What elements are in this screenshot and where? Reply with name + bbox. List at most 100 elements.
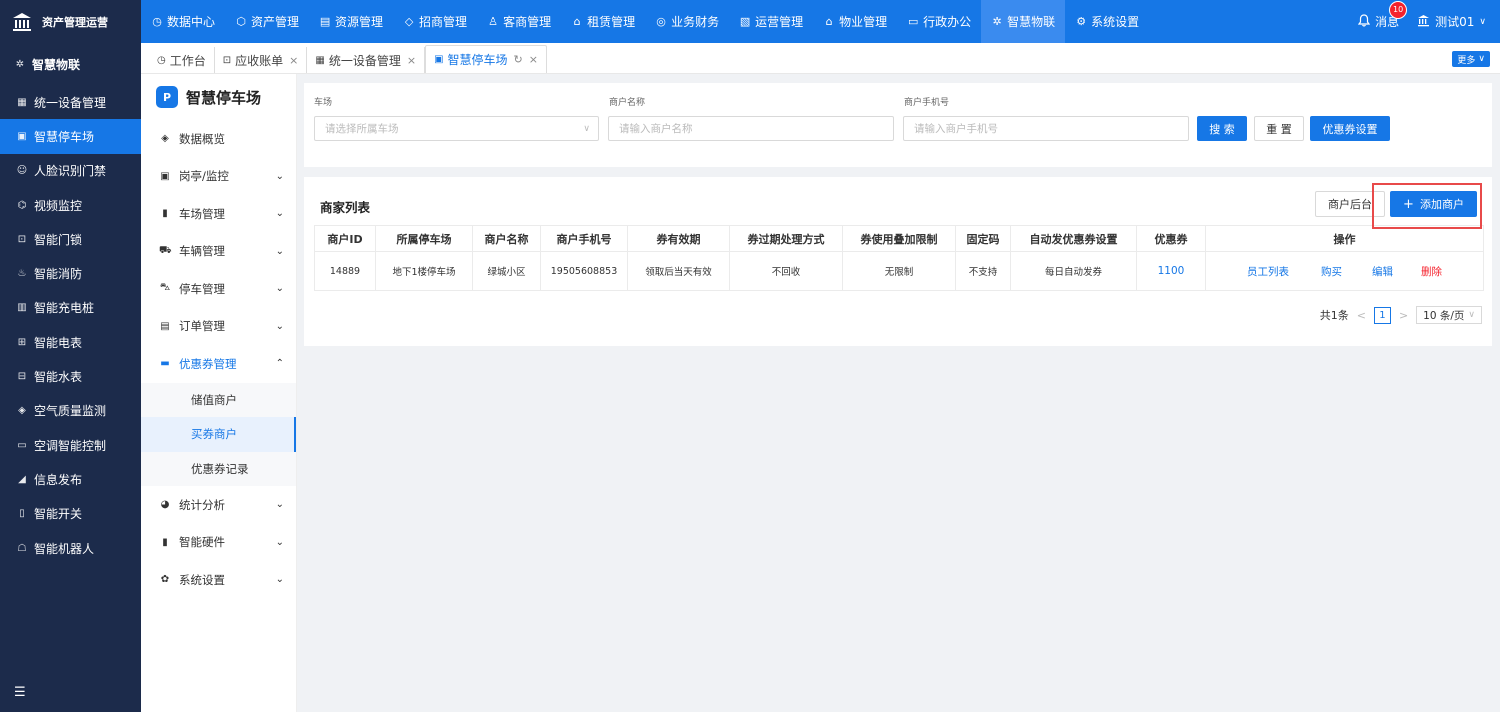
tab-device-management[interactable]: ▦ 统一设备管理 × [307,47,426,73]
topnav-iot[interactable]: ✲ 智慧物联 [981,0,1066,43]
sidebar-item-label: 智能消防 [34,267,83,282]
close-icon[interactable]: × [289,54,298,67]
tab-receivables[interactable]: ⊡ 应收账单 × [215,47,308,73]
subnav-item-overview[interactable]: ◈ 数据概览 [141,120,296,158]
col-header: 自动发优惠券设置 [1010,225,1137,252]
reset-button[interactable]: 重 置 [1254,116,1304,141]
chevron-up-icon: ⌃ [275,358,284,370]
topnav-property[interactable]: ⌂ 物业管理 [813,0,897,43]
cell-validity: 领取后当天有效 [627,251,730,291]
topnav-investment[interactable]: ◇ 招商管理 [393,0,477,43]
topnav-operations[interactable]: ▧ 运营管理 [729,0,813,43]
subnav-item-orders[interactable]: ▤ 订单管理 ⌄ [141,308,296,346]
subnav-item-settings[interactable]: ✿ 系统设置 ⌄ [141,561,296,599]
subnav-item-booth[interactable]: ▣ 岗亭/监控 ⌄ [141,158,296,196]
col-header: 优惠券 [1136,225,1206,252]
tab-workbench[interactable]: ◷ 工作台 [149,47,215,73]
subnav-child-coupon-records[interactable]: 优惠券记录 [141,451,296,486]
merchant-phone-input[interactable]: 请输入商户手机号 [903,116,1189,141]
subnav-item-label: 停车管理 [179,281,225,296]
refresh-icon[interactable]: ↻ [514,53,523,66]
brand-title: 资产管理运营 [42,15,108,29]
subnav-child-stored-value[interactable]: 储值商户 [141,382,296,417]
subnav-item-label: 智能硬件 [179,535,225,550]
sidebar-item-device[interactable]: ▦ 统一设备管理 [0,85,141,119]
staff-list-link[interactable]: 员工列表 [1247,264,1289,279]
more-tabs-button[interactable]: 更多 ∨ [1452,51,1490,67]
tab-smart-parking[interactable]: ▣ 智慧停车场 ↻ × [425,45,547,73]
collapse-menu-icon[interactable]: ☰ [14,685,26,700]
sidebar-item-parking[interactable]: ▣ 智慧停车场 [0,119,141,154]
merchant-name-input[interactable]: 请输入商户名称 [608,116,894,141]
lock-icon: ⊡ [17,233,27,245]
col-header: 固定码 [955,225,1011,252]
sidebar-item-fire[interactable]: ♨ 智能消防 [0,256,141,290]
topnav-customer[interactable]: ♙ 客商管理 [477,0,561,43]
sidebar-item-air[interactable]: ◈ 空气质量监测 [0,394,141,428]
topnav-label: 数据中心 [167,15,216,29]
subnav-child-buy-coupon[interactable]: 买券商户 [141,417,296,452]
sidebar-item-water-meter[interactable]: ⊟ 智能水表 [0,359,141,393]
lot-select[interactable]: 请选择所属车场 ∨ [314,116,599,141]
close-icon[interactable]: × [529,53,538,66]
topnav-resource[interactable]: ▤ 资源管理 [309,0,393,43]
search-filter-panel: 车场 请选择所属车场 ∨ 商户名称 请输入商户名称 商户手机号 请输入商户手机号 … [304,83,1492,167]
subnav-item-hardware[interactable]: ▮ 智能硬件 ⌄ [141,524,296,562]
sidebar-item-charger[interactable]: ▥ 智能充电桩 [0,291,141,325]
ac-icon: ▭ [17,439,27,451]
topnav-settings[interactable]: ⚙ 系统设置 [1065,0,1149,43]
messages-button[interactable]: 消息 10 [1357,1,1408,30]
user-menu[interactable]: 测试01 ∨ [1417,13,1486,30]
sidebar-item-switch[interactable]: ▯ 智能开关 [0,497,141,531]
topnav-label: 智慧物联 [1007,15,1056,29]
sidebar-item-label: 智慧停车场 [34,129,95,144]
subnav-item-label: 订单管理 [179,319,225,334]
cell-merchant-id: 14889 [314,251,376,291]
sidebar-item-lock[interactable]: ⊡ 智能门锁 [0,222,141,256]
close-icon[interactable]: × [407,54,416,67]
sidebar-item-info[interactable]: ◢ 信息发布 [0,462,141,496]
top-right-tools: 消息 10 测试01 ∨ [1357,0,1486,43]
next-page-icon[interactable]: > [1399,309,1408,322]
topnav-admin[interactable]: ▭ 行政办公 [897,0,981,43]
cell-expire-handling: 不回收 [729,251,843,291]
subnav-item-vehicle[interactable]: ⛟ 车辆管理 ⌄ [141,233,296,271]
sidebar-item-ac[interactable]: ▭ 空调智能控制 [0,428,141,462]
search-button[interactable]: 搜 索 [1197,116,1247,141]
monitor-icon: ▭ [907,15,919,28]
col-header: 所属停车场 [375,225,473,252]
subnav-item-stats[interactable]: ◕ 统计分析 ⌄ [141,486,296,524]
subnav-item-lot[interactable]: ▮ 车场管理 ⌄ [141,195,296,233]
sidebar-item-face[interactable]: ☺ 人脸识别门禁 [0,154,141,188]
merchant-table: 商户ID 所属停车场 商户名称 商户手机号 券有效期 券过期处理方式 券使用叠加… [314,225,1484,291]
sidebar-item-electric-meter[interactable]: ⊞ 智能电表 [0,325,141,359]
page-size-select[interactable]: 10 条/页 ∨ [1416,306,1482,324]
subnav-item-coupons[interactable]: ▬ 优惠券管理 ⌃ [141,345,296,383]
page-number-button[interactable]: 1 [1373,306,1391,324]
sidebar-item-video[interactable]: ⌬ 视频监控 [0,188,141,222]
dashboard-icon: ◷ [157,54,166,66]
cell-coupon-link[interactable]: 1100 [1136,251,1206,291]
topnav-data-center[interactable]: ◷ 数据中心 [141,0,225,43]
chevron-down-icon: ⌄ [275,536,284,548]
subnav-item-label: 优惠券管理 [179,356,237,371]
delete-link[interactable]: 删除 [1421,264,1442,279]
topnav-finance[interactable]: ◎ 业务财务 [645,0,729,43]
pagination-total: 共1条 [1319,309,1349,322]
tab-label: 工作台 [169,53,206,68]
brand-logo[interactable]: 资产管理运营 [0,0,141,43]
subnav-item-parking[interactable]: ⛍ 停车管理 ⌄ [141,270,296,308]
charger-icon: ▥ [17,302,27,314]
cell-merchant-name: 绿城小区 [472,251,541,291]
prev-page-icon[interactable]: < [1357,309,1366,322]
coupon-settings-button[interactable]: 优惠券设置 [1310,116,1390,141]
list-title: 商家列表 [320,200,371,215]
leaf-icon: ◈ [18,405,26,417]
water-meter-icon: ⊟ [17,371,27,383]
edit-link[interactable]: 编辑 [1372,264,1393,279]
sidebar-item-robot[interactable]: ☖ 智能机器人 [0,531,141,565]
topnav-asset[interactable]: ⬡ 资产管理 [225,0,309,43]
buy-link[interactable]: 购买 [1321,264,1342,279]
topnav-lease[interactable]: ⌂ 租赁管理 [561,0,645,43]
subnav-child-label: 储值商户 [191,392,237,407]
